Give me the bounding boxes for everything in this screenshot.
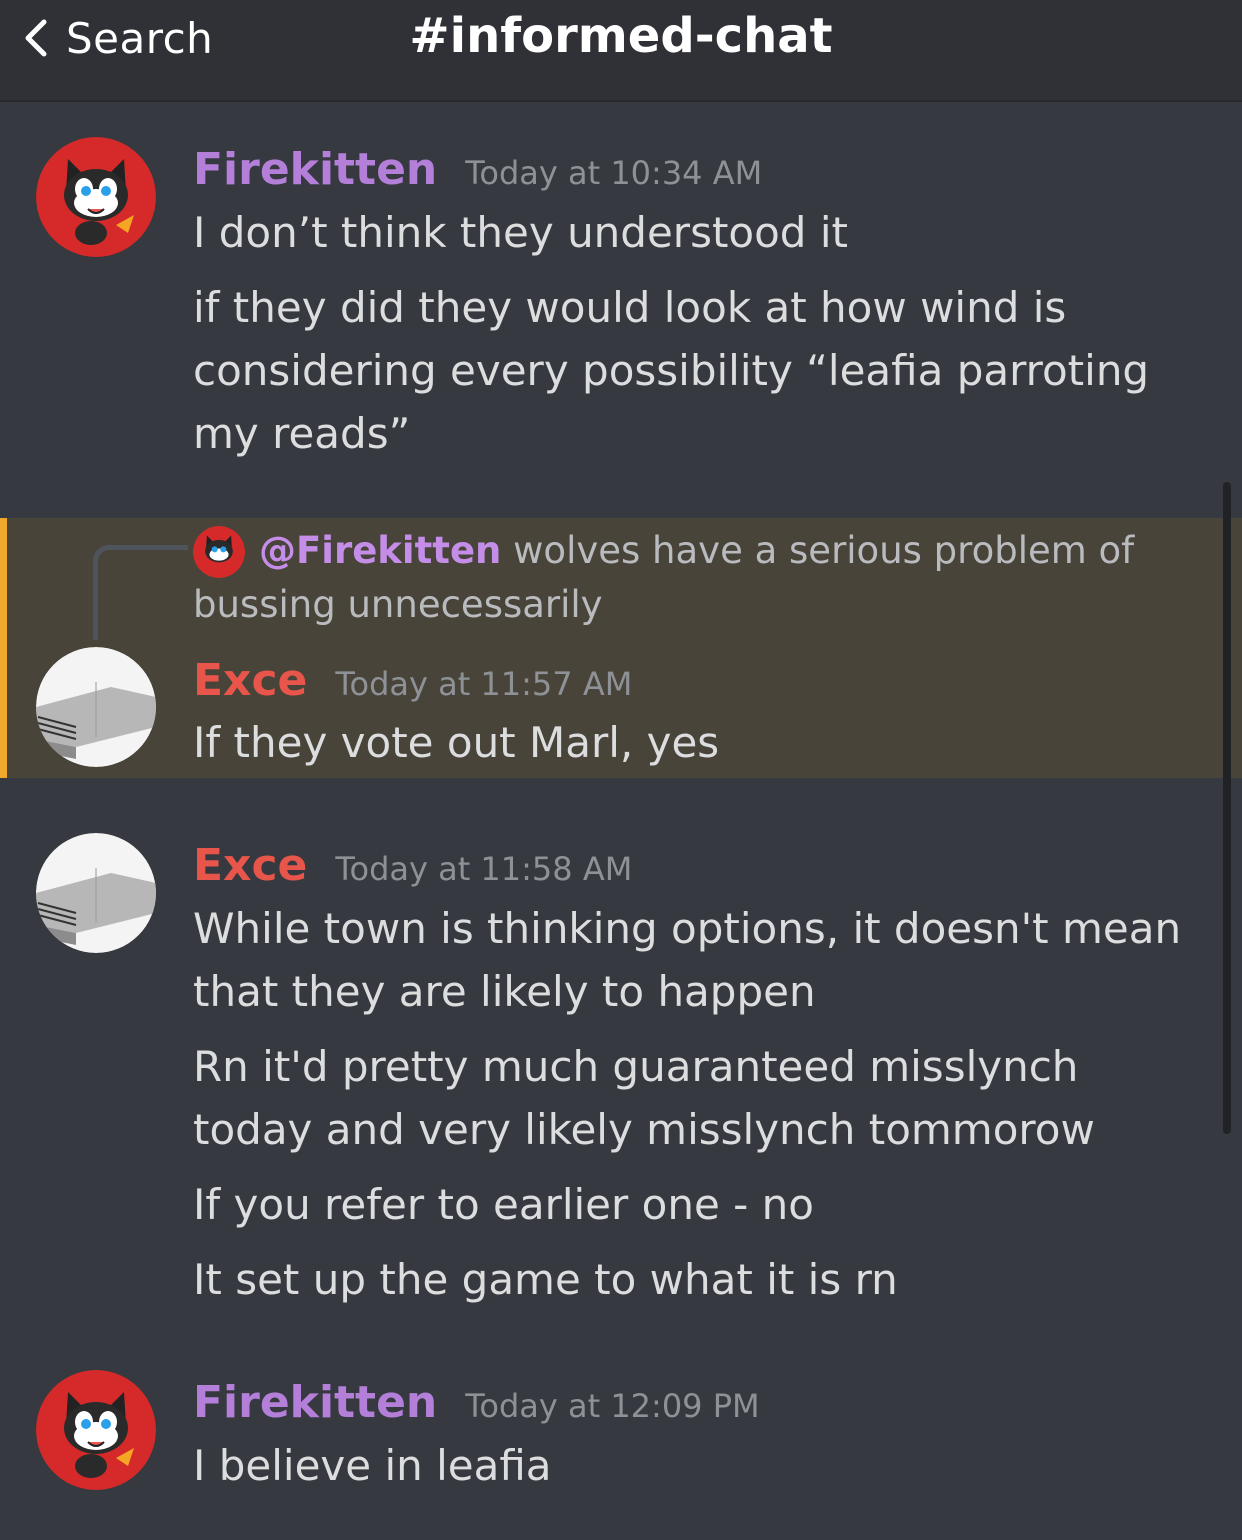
author-name[interactable]: Exce (193, 840, 307, 891)
message-text: If they vote out Marl, yes (193, 718, 720, 767)
diagram-avatar-icon (36, 647, 156, 767)
reply-mention[interactable]: @Firekitten (259, 529, 501, 572)
reply-connector (93, 545, 188, 640)
message-header: Firekitten Today at 12:09 PM (193, 1377, 760, 1428)
cat-avatar-icon (36, 1370, 156, 1490)
avatar-exce[interactable] (36, 647, 156, 767)
message-text: If you refer to earlier one - no (193, 1180, 814, 1229)
message-text: Rn it'd pretty much guaranteed misslynch… (193, 1042, 1095, 1154)
author-name[interactable]: Firekitten (193, 144, 437, 195)
message-text: I don’t think they understood it (193, 208, 848, 257)
reply-preview[interactable]: @Firekitten wolves have a serious proble… (193, 524, 1213, 632)
avatar-firekitten[interactable] (36, 137, 156, 257)
message-text: if they did they would look at how wind … (193, 283, 1150, 458)
message-header: Exce Today at 11:58 AM (193, 840, 632, 891)
channel-header: Search #informed-chat (0, 0, 1242, 102)
cat-avatar-icon (36, 137, 156, 257)
message-text: While town is thinking options, it doesn… (193, 904, 1182, 1016)
author-name[interactable]: Firekitten (193, 1377, 437, 1428)
scrollbar[interactable] (1223, 482, 1231, 1134)
message-text: It set up the game to what it is rn (193, 1255, 898, 1304)
message-text: I believe in leafia (193, 1441, 552, 1490)
diagram-avatar-icon (36, 833, 156, 953)
avatar-firekitten[interactable] (36, 1370, 156, 1490)
timestamp: Today at 11:58 AM (335, 850, 633, 888)
timestamp: Today at 12:09 PM (465, 1387, 760, 1425)
avatar-exce[interactable] (36, 833, 156, 953)
timestamp: Today at 10:34 AM (465, 154, 763, 192)
message-header: Firekitten Today at 10:34 AM (193, 144, 762, 195)
message-header: Exce Today at 11:57 AM (193, 655, 632, 706)
channel-title: #informed-chat (409, 8, 833, 64)
timestamp: Today at 11:57 AM (335, 665, 633, 703)
author-name[interactable]: Exce (193, 655, 307, 706)
highlight-bar (0, 518, 7, 778)
